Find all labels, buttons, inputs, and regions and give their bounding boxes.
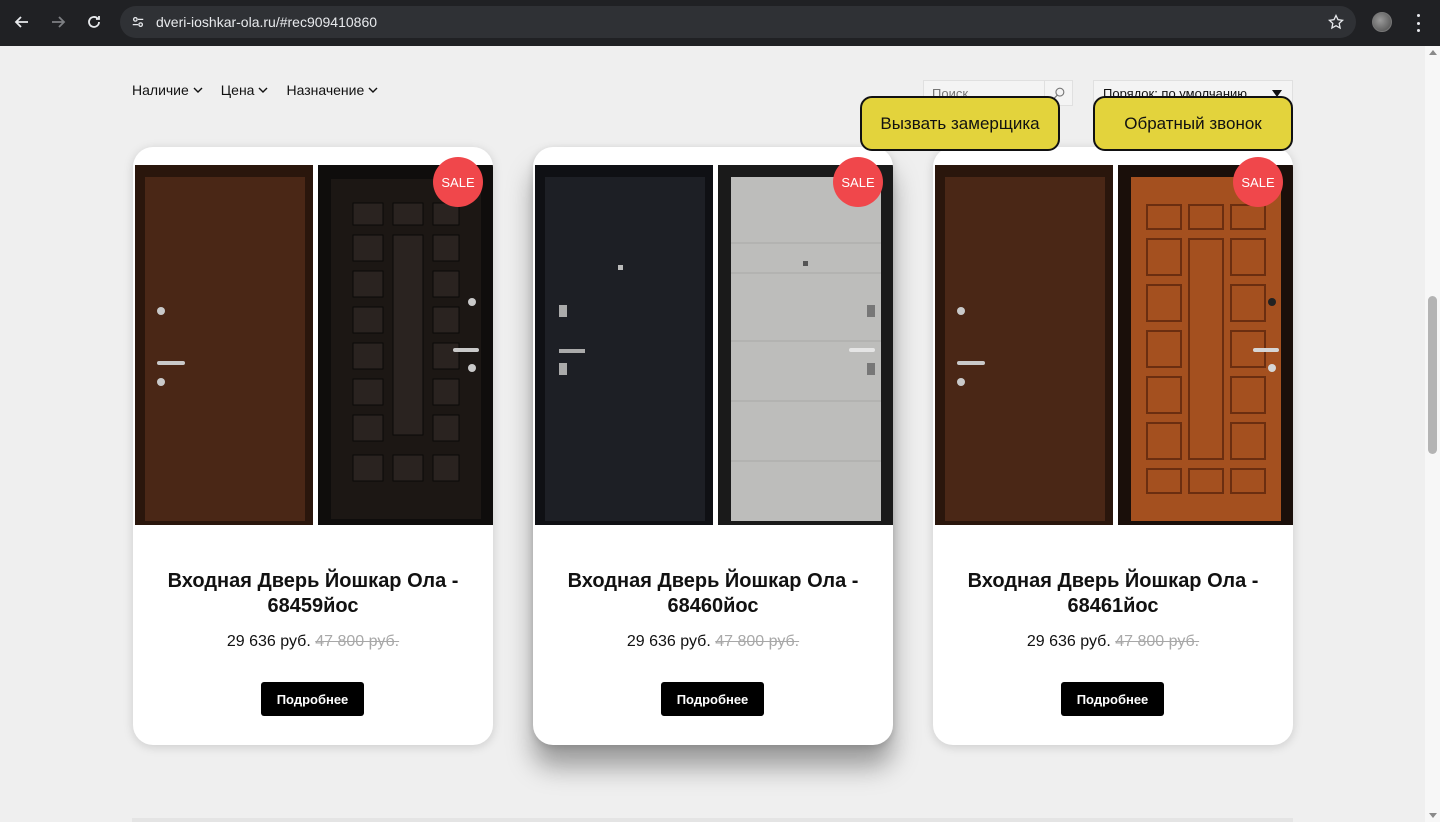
product-card[interactable]: SALE Входная Дверь Йошкар Ола - 68460йос… [533, 147, 893, 745]
product-image[interactable] [933, 165, 1293, 525]
product-price: 29 636 руб. 47 800 руб. [933, 633, 1293, 651]
arrow-right-icon [52, 16, 66, 28]
filter-bar: Наличие Цена Назначение [132, 82, 378, 98]
browser-toolbar: dveri-ioshkar-ola.ru/#rec909410860 [0, 0, 1440, 46]
product-title[interactable]: Входная Дверь Йошкар Ола - 68460йос [553, 569, 873, 619]
callback-button[interactable]: Обратный звонок [1093, 96, 1293, 151]
details-button[interactable]: Подробнее [261, 682, 364, 716]
arrow-left-icon [14, 16, 28, 28]
chevron-down-icon [368, 87, 378, 93]
bookmark-star-icon[interactable] [1328, 14, 1344, 30]
old-price: 47 800 руб. [315, 633, 400, 650]
profile-avatar[interactable] [1372, 12, 1392, 32]
sale-badge: SALE [833, 157, 883, 207]
scroll-down-arrow-icon[interactable] [1429, 813, 1437, 818]
back-button[interactable] [4, 4, 40, 40]
scroll-up-arrow-icon[interactable] [1429, 50, 1437, 55]
url-text[interactable]: dveri-ioshkar-ola.ru/#rec909410860 [156, 14, 377, 30]
old-price: 47 800 руб. [1115, 633, 1200, 650]
chevron-down-icon [193, 87, 203, 93]
sale-badge: SALE [1233, 157, 1283, 207]
filter-price[interactable]: Цена [221, 82, 269, 98]
filter-availability[interactable]: Наличие [132, 82, 203, 98]
scrollbar-thumb[interactable] [1428, 296, 1437, 454]
browser-menu-icon[interactable] [1410, 11, 1426, 35]
site-info-icon[interactable] [124, 8, 152, 36]
product-card[interactable]: SALE Входная Дверь Йошкар Ола - 68461йос… [933, 147, 1293, 745]
product-image[interactable] [533, 165, 893, 525]
product-title[interactable]: Входная Дверь Йошкар Ола - 68461йос [953, 569, 1273, 619]
details-button[interactable]: Подробнее [661, 682, 764, 716]
filter-purpose[interactable]: Назначение [286, 82, 378, 98]
details-button[interactable]: Подробнее [1061, 682, 1164, 716]
call-measurer-button[interactable]: Вызвать замерщика [860, 96, 1060, 151]
product-card[interactable]: SALE Входная Дверь Йошкар Ола - 68459йос… [133, 147, 493, 745]
page-scrollbar[interactable] [1425, 46, 1440, 822]
reload-button[interactable] [76, 4, 112, 40]
reload-icon [88, 16, 100, 28]
current-price: 29 636 руб. [1026, 633, 1111, 650]
chevron-down-icon [258, 87, 268, 93]
forward-button[interactable] [40, 4, 76, 40]
product-image[interactable] [133, 165, 493, 525]
old-price: 47 800 руб. [715, 633, 800, 650]
page-content: Наличие Цена Назначение Порядок: по умол… [0, 46, 1425, 822]
product-title[interactable]: Входная Дверь Йошкар Ола - 68459йос [153, 569, 473, 619]
current-price: 29 636 руб. [226, 633, 311, 650]
sale-badge: SALE [433, 157, 483, 207]
next-row-edge [132, 818, 1293, 822]
current-price: 29 636 руб. [626, 633, 711, 650]
product-price: 29 636 руб. 47 800 руб. [533, 633, 893, 651]
address-bar[interactable]: dveri-ioshkar-ola.ru/#rec909410860 [120, 6, 1356, 38]
product-price: 29 636 руб. 47 800 руб. [133, 633, 493, 651]
